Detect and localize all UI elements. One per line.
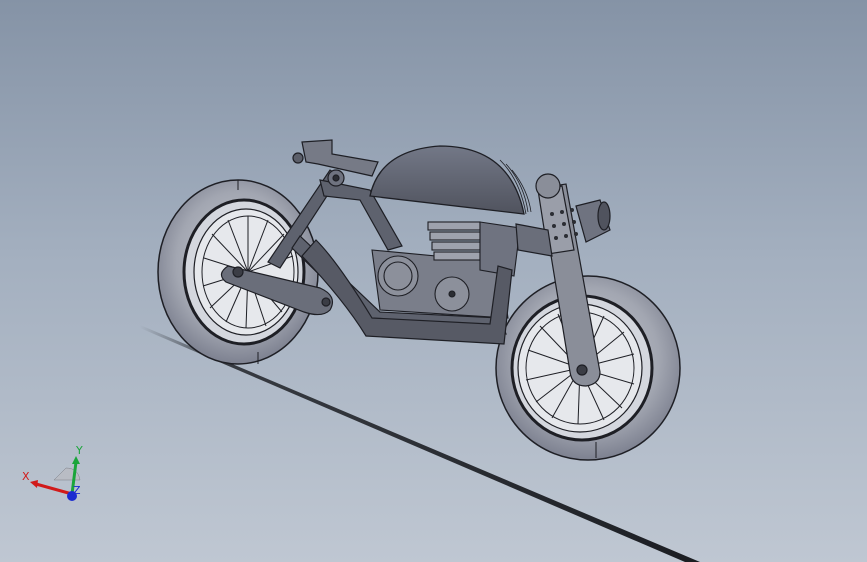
model-scene[interactable]: [0, 0, 867, 562]
cylinder-fins: [427, 221, 481, 261]
coordinate-triad: X Y Z: [22, 444, 83, 501]
x-axis-arrow-icon: [30, 480, 38, 488]
z-axis-label: Z: [73, 484, 81, 497]
x-axis-label: X: [22, 470, 30, 483]
headlight: [575, 199, 611, 243]
y-axis-arrow-icon: [72, 456, 80, 464]
y-axis-label: Y: [75, 444, 83, 457]
fuel-tank: [369, 145, 532, 215]
graphics-viewport[interactable]: X Y Z: [0, 0, 867, 562]
x-axis-line: [35, 482, 73, 496]
